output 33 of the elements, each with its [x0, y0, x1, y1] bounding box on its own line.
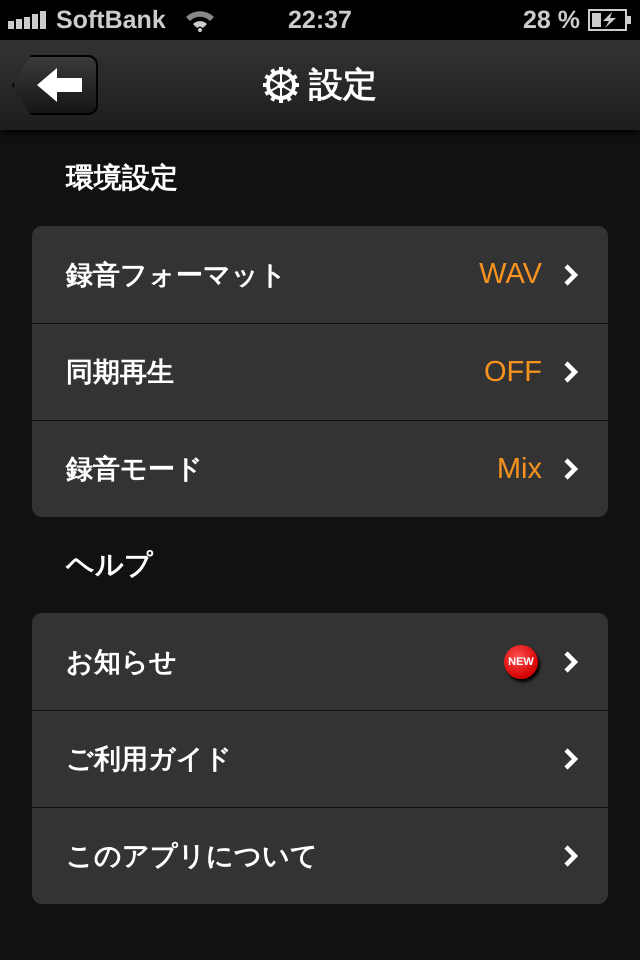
- settings-row[interactable]: 同期再生 OFF: [32, 323, 608, 420]
- chevron-icon: [564, 748, 578, 770]
- battery-icon: [588, 9, 632, 31]
- chevron-icon: [564, 458, 578, 480]
- chevron-icon: [564, 650, 578, 672]
- battery-percent: 28 %: [523, 6, 580, 34]
- chevron-icon: [564, 361, 578, 383]
- section-header: 環境設定: [64, 160, 179, 196]
- chevron-icon: [564, 264, 578, 286]
- row-label: 同期再生: [66, 356, 175, 390]
- settings-row[interactable]: このアプリについて: [32, 807, 608, 904]
- row-label: お知らせ: [66, 646, 178, 680]
- back-button[interactable]: [12, 55, 98, 115]
- chevron-icon: [564, 845, 578, 867]
- row-label: 録音フォーマット: [66, 258, 288, 292]
- row-label: ご利用ガイド: [66, 743, 233, 777]
- row-value: WAV: [479, 258, 542, 291]
- row-label: 録音モード: [66, 453, 204, 487]
- settings-row[interactable]: お知らせ NEW: [32, 613, 608, 710]
- screen-title: 設定: [309, 64, 377, 107]
- settings-row[interactable]: 録音フォーマット WAV: [32, 226, 608, 323]
- row-value: OFF: [484, 356, 542, 388]
- back-arrow-icon: [37, 68, 83, 102]
- new-badge: NEW: [504, 644, 538, 678]
- status-time: 22:37: [288, 6, 352, 34]
- settings-row[interactable]: ご利用ガイド: [32, 710, 608, 807]
- carrier-name: SoftBank: [56, 6, 166, 34]
- row-label: このアプリについて: [66, 840, 319, 874]
- row-value: Mix: [496, 452, 542, 486]
- gear-icon: [263, 67, 299, 103]
- settings-row[interactable]: 録音モード Mix: [32, 420, 608, 517]
- section-header: ヘルプ: [64, 547, 154, 583]
- signal-icon: [8, 11, 48, 29]
